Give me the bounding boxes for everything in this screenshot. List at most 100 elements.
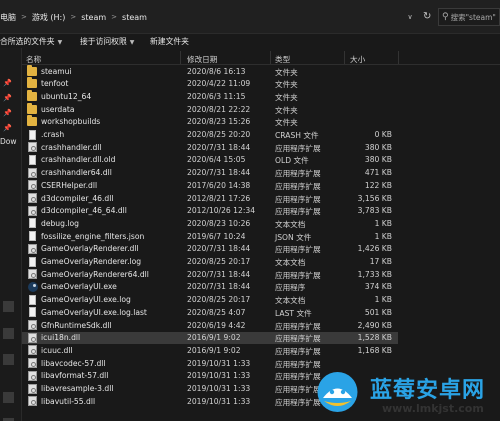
file-row[interactable]: GameOverlayUI.exe.log 2020/8/25 20:17 文本文档… <box>22 294 398 307</box>
nav-item-icon[interactable] <box>3 354 14 365</box>
pin-icon[interactable]: 📌 <box>3 123 13 133</box>
file-size: 1 KB <box>374 295 392 305</box>
file-name: libavformat-57.dll <box>41 371 109 381</box>
file-size: 3,156 KB <box>357 193 392 203</box>
nav-item-icon[interactable] <box>3 392 14 403</box>
column-header-name[interactable]: 名称 <box>26 54 41 65</box>
file-date: 2020/7/31 18:44 <box>187 269 251 279</box>
file-type: 应用程序扩展 <box>275 169 321 179</box>
file-date: 2017/6/20 14:38 <box>187 180 251 190</box>
file-row[interactable]: crashhandler.dll.old 2020/6/4 15:05 OLD 文件… <box>22 154 398 167</box>
column-divider[interactable] <box>344 51 345 64</box>
file-name: libavcodec-57.dll <box>41 358 106 368</box>
file-name: ubuntu12_64 <box>41 91 92 101</box>
file-date: 2020/8/23 10:26 <box>187 218 251 228</box>
folder-icon <box>27 64 37 76</box>
breadcrumb-item-steam[interactable]: steam <box>122 13 147 22</box>
address-history-chevron-icon[interactable]: ∨ <box>405 12 415 22</box>
file-row[interactable]: tenfoot 2020/4/22 11:09 文件夹 <box>22 77 398 91</box>
file-type: 应用程序扩展 <box>275 346 321 356</box>
chevron-right-icon[interactable]: > <box>111 13 117 21</box>
file-icon <box>29 129 36 140</box>
search-icon: ⚲ <box>442 12 449 22</box>
file-name: GameOverlayRenderer64.dll <box>41 269 149 279</box>
dll-icon <box>28 269 37 280</box>
file-name: icui18n.dll <box>41 333 81 343</box>
file-size: 1,733 KB <box>357 269 392 279</box>
chevron-right-icon[interactable]: > <box>21 13 27 21</box>
file-size: 2,490 KB <box>357 320 392 330</box>
file-name: workshopbuilds <box>41 117 101 127</box>
breadcrumb-item-steam-parent[interactable]: steam <box>81 13 106 22</box>
file-size: 1,528 KB <box>357 333 392 343</box>
select-folders-label: 合所选的文件夹 <box>0 37 55 46</box>
file-row[interactable]: crashhandler.dll 2020/7/31 18:44 应用程序扩展 380… <box>22 141 398 154</box>
pin-icon[interactable]: 📌 <box>3 78 13 88</box>
file-date: 2016/9/1 9:02 <box>187 345 241 355</box>
column-header-date[interactable]: 修改日期 <box>187 54 217 65</box>
file-name: libavresample-3.dll <box>41 384 114 393</box>
file-row[interactable]: userdata 2020/8/21 22:22 文件夹 <box>22 102 398 116</box>
file-name: crashhandler.dll.old <box>41 155 116 165</box>
column-header-size[interactable]: 大小 <box>350 54 365 65</box>
file-row[interactable]: GameOverlayRenderer.dll 2020/7/31 18:44 应用… <box>22 243 398 256</box>
breadcrumb-item-pc[interactable]: 电脑 <box>0 12 16 23</box>
nav-item-icon[interactable] <box>3 301 14 312</box>
file-row[interactable]: GameOverlayUI.exe.log.last 2020/8/25 4:07… <box>22 306 398 319</box>
file-row[interactable]: CSERHelper.dll 2017/6/20 14:38 应用程序扩展 122 K… <box>22 179 398 192</box>
dll-icon <box>28 370 37 381</box>
search-input[interactable] <box>450 12 500 22</box>
access-permission-button[interactable]: 接于访问权限 ▼ <box>80 36 134 47</box>
file-date: 2020/7/31 18:44 <box>187 244 251 254</box>
file-date: 2020/6/3 11:15 <box>187 91 246 101</box>
nav-item-icon[interactable] <box>3 328 14 339</box>
file-row[interactable]: crashhandler64.dll 2020/7/31 18:44 应用程序扩展 4… <box>22 167 398 180</box>
file-date: 2019/10/31 1:33 <box>187 396 251 406</box>
file-name: GameOverlayRenderer.log <box>41 257 142 266</box>
file-row[interactable]: d3dcompiler_46_64.dll 2012/10/26 12:34 应用程… <box>22 205 398 218</box>
breadcrumb-item-drive[interactable]: 游戏 (H:) <box>32 12 66 23</box>
select-folders-button[interactable]: 合所选的文件夹 ▼ <box>0 36 62 47</box>
file-row[interactable]: d3dcompiler_46.dll 2012/8/21 17:26 应用程序扩展 3… <box>22 192 398 205</box>
search-box[interactable]: ⚲ <box>438 8 500 26</box>
pin-icon[interactable]: 📌 <box>3 108 13 118</box>
navigation-pane[interactable]: 📌 📌 📌 📌 Dow <box>0 48 22 421</box>
file-row[interactable]: GameOverlayUI.exe 2020/7/31 18:44 应用程序 374 … <box>22 281 398 294</box>
new-folder-button[interactable]: 新建文件夹 <box>150 36 189 47</box>
file-name: GameOverlayUI.exe.log.last <box>41 307 147 317</box>
chevron-down-icon: ▼ <box>57 39 63 46</box>
file-size: 17 KB <box>369 257 392 266</box>
file-row[interactable]: icui18n.dll 2016/9/1 9:02 应用程序扩展 1,528 KB <box>22 331 398 345</box>
file-row[interactable]: GameOverlayRenderer64.dll 2020/7/31 18:44… <box>22 268 398 281</box>
command-bar: 合所选的文件夹 ▼ 接于访问权限 ▼ 新建文件夹 <box>0 34 500 48</box>
file-size: 1 KB <box>374 218 392 228</box>
dll-icon <box>28 332 37 343</box>
pin-icon[interactable]: 📌 <box>3 93 13 103</box>
dll-icon <box>28 205 37 216</box>
file-row[interactable]: debug.log 2020/8/23 10:26 文本文档 1 KB <box>22 217 398 230</box>
dll-icon <box>28 320 37 330</box>
file-type: LAST 文件 <box>275 308 312 318</box>
file-row[interactable]: ubuntu12_64 2020/6/3 11:15 文件夹 <box>22 89 398 103</box>
file-row[interactable]: icuuc.dll 2016/9/1 9:02 应用程序扩展 1,168 KB <box>22 344 398 357</box>
file-row[interactable]: fossilize_engine_filters.json 2019/6/7 10… <box>22 230 398 243</box>
file-row[interactable]: GfnRuntimeSdk.dll 2020/6/19 4:42 应用程序扩展 2,4… <box>22 319 398 332</box>
file-type: 应用程序 <box>275 283 306 293</box>
column-divider[interactable] <box>180 51 181 64</box>
column-header-type[interactable]: 类型 <box>275 54 290 65</box>
file-type: 文件夹 <box>275 92 298 102</box>
chevron-right-icon[interactable]: > <box>70 13 76 21</box>
column-divider[interactable] <box>270 51 271 64</box>
file-row[interactable]: steamui 2020/8/6 16:13 文件夹 <box>22 64 398 78</box>
refresh-icon[interactable]: ↻ <box>423 10 435 24</box>
folder-icon <box>27 115 37 127</box>
file-row[interactable]: .crash 2020/8/25 20:20 CRASH 文件 0 KB <box>22 129 398 142</box>
file-size: 0 KB <box>374 130 392 139</box>
file-date: 2020/8/25 20:17 <box>187 295 251 305</box>
file-name: steamui <box>41 66 72 76</box>
column-divider[interactable] <box>398 51 399 64</box>
nav-item-downloads[interactable]: Dow <box>0 137 17 146</box>
file-row[interactable]: GameOverlayRenderer.log 2020/8/25 20:17 文本… <box>22 256 398 269</box>
file-icon <box>29 256 36 267</box>
file-row[interactable]: workshopbuilds 2020/8/23 15:26 文件夹 <box>22 115 398 129</box>
